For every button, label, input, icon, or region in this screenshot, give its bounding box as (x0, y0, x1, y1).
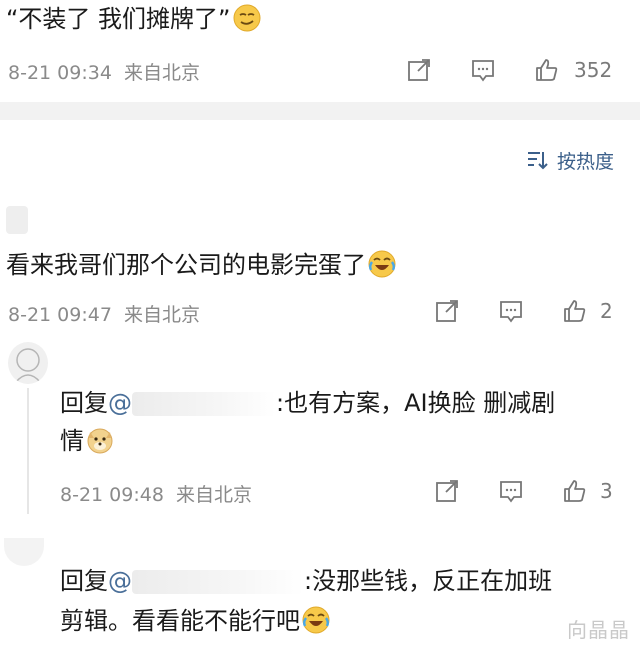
reply-2-line2: 剪辑。看看能不能行吧 (60, 607, 300, 635)
comment-2-actions: 2 (0, 298, 640, 328)
reply-1-like-count: 3 (600, 479, 613, 503)
share-icon[interactable] (434, 298, 460, 324)
comment-2-like-count: 2 (600, 299, 613, 323)
avatar[interactable] (6, 206, 28, 234)
reply-1-line1: :也有方案，AI换脸 删减剧 (276, 389, 556, 417)
avatar-sketch-icon (15, 348, 41, 383)
smirk-emoji-icon (233, 4, 261, 32)
reply-1-mention[interactable]: @ (108, 389, 132, 417)
reply-1-text-line2: 情 (60, 424, 114, 458)
reply-1-prefix: 回复 (60, 389, 108, 417)
reply-2-line1: :没那些钱，反正在加班 (304, 567, 553, 595)
section-divider (0, 102, 640, 120)
comment-icon[interactable] (498, 298, 524, 324)
reply-2-text-line2: 剪辑。看看能不能行吧 (60, 604, 330, 638)
laugh-cry-emoji-icon (368, 250, 396, 278)
top-comment-actions: 352 (0, 57, 640, 87)
sort-label: 按热度 (556, 150, 614, 173)
reply-2-text: 回复@ :没那些钱，反正在加班 (60, 564, 552, 598)
sort-by-hot-button[interactable]: 按热度 (525, 146, 614, 174)
laugh-cry-emoji-icon (302, 606, 330, 634)
reply-1-actions: 3 (0, 478, 640, 508)
sort-icon (525, 148, 549, 172)
comment-2-content: 看来我哥们那个公司的电影完蛋了 (6, 251, 366, 279)
comment-2-text: 看来我哥们那个公司的电影完蛋了 (6, 248, 396, 282)
top-comment-like-count: 352 (574, 58, 613, 82)
like-icon[interactable] (534, 57, 560, 83)
reply-1-line2: 情 (60, 427, 84, 455)
comment-icon[interactable] (470, 57, 496, 83)
blurred-username (132, 392, 276, 416)
reply-2-mention[interactable]: @ (108, 567, 132, 595)
avatar[interactable] (4, 538, 44, 566)
top-comment-content: “不装了 我们摊牌了” (6, 5, 231, 33)
reply-1-text: 回复@ :也有方案，AI换脸 删减剧 (60, 386, 555, 420)
watermark: 向晶晶 (567, 618, 630, 642)
doge-emoji-icon (86, 426, 114, 454)
blurred-username (132, 570, 304, 594)
reply-2-prefix: 回复 (60, 567, 108, 595)
share-icon[interactable] (434, 478, 460, 504)
avatar[interactable] (8, 342, 48, 384)
comment-icon[interactable] (498, 478, 524, 504)
top-comment-text: “不装了 我们摊牌了” (6, 2, 261, 36)
like-icon[interactable] (562, 298, 588, 324)
like-icon[interactable] (562, 478, 588, 504)
share-icon[interactable] (406, 57, 432, 83)
